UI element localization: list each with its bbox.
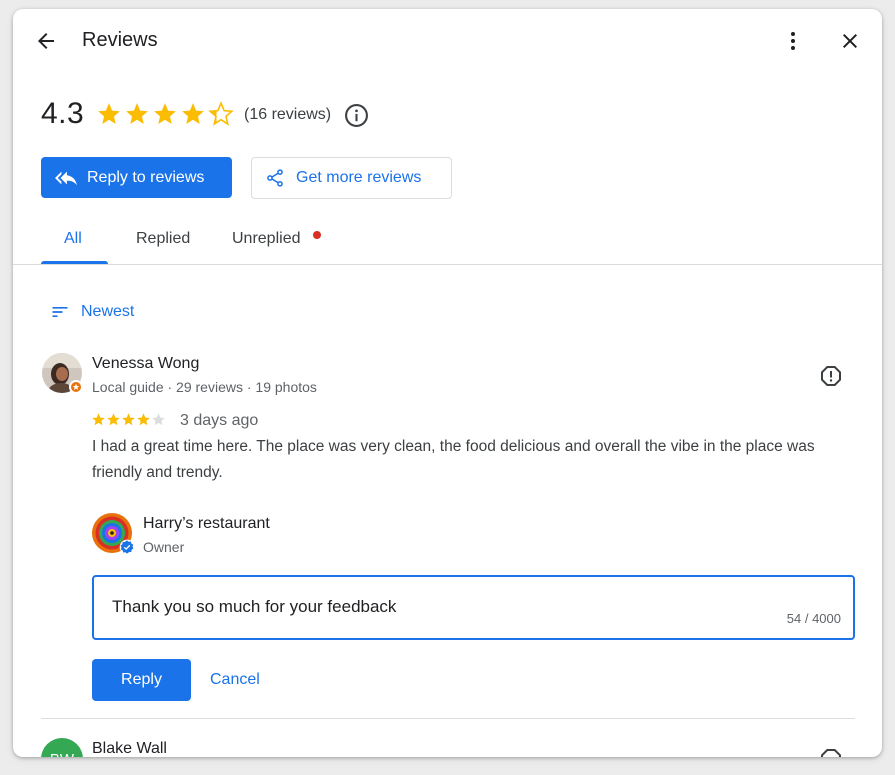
info-icon <box>344 103 368 127</box>
page-title: Reviews <box>82 29 158 51</box>
review-stars <box>91 412 166 428</box>
review-star-4 <box>137 413 150 426</box>
reviewer-name[interactable]: Venessa Wong <box>92 355 199 373</box>
reply-all-icon <box>55 171 77 185</box>
review-star-2 <box>107 413 120 426</box>
review-star-1 <box>92 413 105 426</box>
cancel-button[interactable]: Cancel <box>210 671 260 689</box>
share-icon <box>267 169 283 187</box>
reviewer-meta: Local guide · 29 reviews · 19 photos <box>92 379 317 395</box>
tab-all[interactable]: All <box>64 230 82 248</box>
review-text: I had a great time here. The place was v… <box>92 438 815 481</box>
average-rating: 4.3 <box>41 97 85 130</box>
summary-star-3 <box>154 103 176 124</box>
reply-textbox[interactable]: 54 / 4000 <box>92 575 855 640</box>
rating-info-button[interactable] <box>343 102 369 128</box>
character-count: 54 / 4000 <box>786 611 841 626</box>
local-guide-badge <box>69 380 83 394</box>
get-more-reviews-button[interactable]: Get more reviews <box>251 157 452 199</box>
owner-name: Harry’s restaurant <box>143 515 270 532</box>
sort-label: Newest <box>81 303 135 320</box>
reviewer-avatar-initials: BW <box>41 738 83 757</box>
close-icon <box>843 34 857 48</box>
rating-stars <box>96 101 234 129</box>
review-count: (16 reviews) <box>244 106 332 123</box>
verified-badge <box>119 539 135 555</box>
review-star-5 <box>152 413 165 426</box>
owner-role: Owner <box>143 539 185 555</box>
star-badge-icon <box>72 383 80 390</box>
more-options-button[interactable] <box>778 26 808 56</box>
review-star-3 <box>122 413 135 426</box>
unreplied-notification-dot <box>313 231 321 239</box>
reply-button[interactable]: Reply <box>92 659 191 701</box>
reviewer-name-2[interactable]: Blake Wall <box>92 740 167 757</box>
summary-star-1 <box>98 103 120 124</box>
report-review-button-2[interactable] <box>817 745 845 757</box>
get-more-reviews-label: Get more reviews <box>296 169 422 186</box>
summary-star-5 <box>208 101 234 126</box>
summary-star-2 <box>126 103 148 124</box>
reviewer-avatar <box>41 352 83 394</box>
reply-to-reviews-button[interactable]: Reply to reviews <box>41 157 232 198</box>
back-button[interactable] <box>31 26 61 56</box>
report-icon <box>821 749 841 757</box>
sort-icon <box>52 307 68 317</box>
tab-unreplied[interactable]: Unreplied <box>232 230 300 248</box>
tabs-divider <box>13 264 882 265</box>
tab-replied[interactable]: Replied <box>136 230 190 248</box>
report-review-button[interactable] <box>817 362 845 390</box>
more-vert-icon <box>791 32 795 50</box>
arrow-back-icon <box>38 33 54 49</box>
sort-button[interactable]: Newest <box>50 302 134 322</box>
review-divider <box>41 718 855 719</box>
reply-input[interactable] <box>110 596 714 618</box>
owner-avatar <box>91 512 135 555</box>
summary-star-4 <box>182 103 204 124</box>
reply-to-reviews-label: Reply to reviews <box>87 168 205 186</box>
report-icon <box>821 366 841 386</box>
close-button[interactable] <box>835 26 865 56</box>
review-time: 3 days ago <box>180 412 259 429</box>
reviews-panel: Reviews 4.3 (16 reviews) Reply to review… <box>13 9 882 757</box>
verified-icon <box>119 539 135 555</box>
